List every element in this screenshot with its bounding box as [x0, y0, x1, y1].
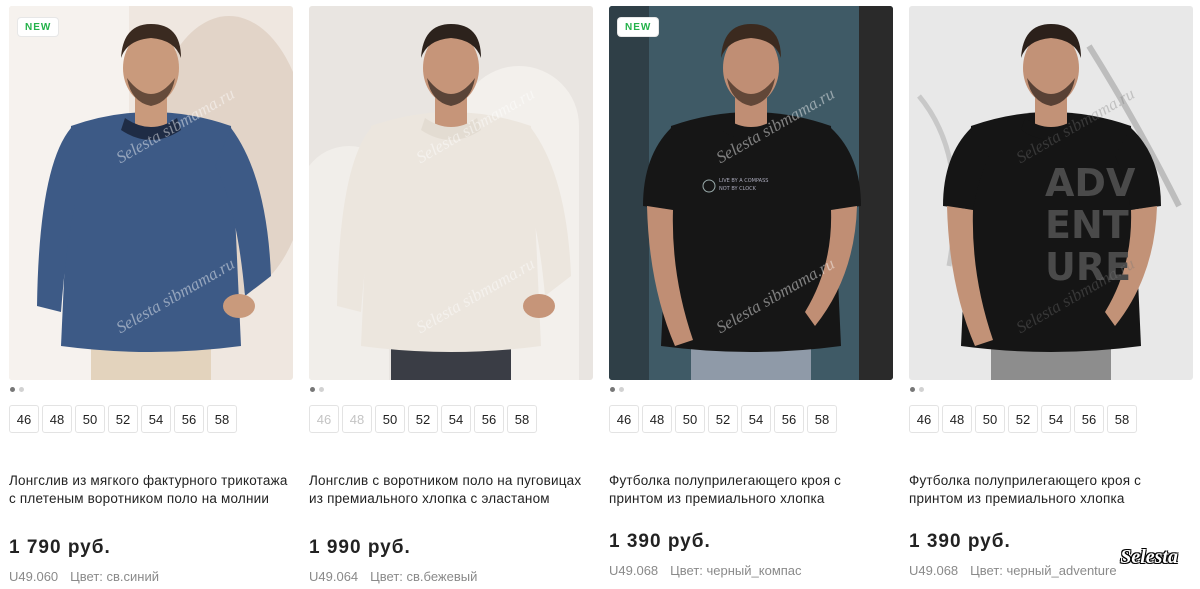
- product-title-link[interactable]: Лонгслив с воротником поло на пуговицах …: [309, 472, 593, 508]
- product-price: 1 990 руб.: [309, 537, 411, 558]
- product-meta: U49.068 Цвет: черный_adventure: [909, 563, 1117, 578]
- size-option[interactable]: 52: [408, 405, 438, 433]
- size-selector: 46 48 50 52 54 56 58: [9, 405, 240, 433]
- size-option: 46: [309, 405, 339, 433]
- size-option[interactable]: 48: [942, 405, 972, 433]
- new-badge: NEW: [618, 18, 659, 36]
- size-option[interactable]: 54: [741, 405, 771, 433]
- product-color: Цвет: св.синий: [70, 569, 159, 584]
- carousel-dot[interactable]: [10, 387, 15, 392]
- product-card[interactable]: ADV ENT URE Selesta sibmama.ru Selesta sibma…: [909, 0, 1195, 589]
- image-carousel-dots[interactable]: [610, 387, 628, 393]
- product-color: Цвет: черный_adventure: [970, 563, 1117, 578]
- size-option[interactable]: 50: [675, 405, 705, 433]
- product-price: 1 790 руб.: [9, 537, 111, 558]
- carousel-dot[interactable]: [919, 387, 924, 392]
- carousel-dot[interactable]: [910, 387, 915, 392]
- product-image[interactable]: LIVE BY A COMPASS NOT BY CLOCK Selesta sib…: [609, 6, 893, 380]
- size-option[interactable]: 50: [975, 405, 1005, 433]
- product-title-link[interactable]: Лонгслив из мягкого фактурного трикотажа…: [9, 472, 293, 508]
- new-badge: NEW: [18, 18, 59, 36]
- product-image[interactable]: ADV ENT URE Selesta sibmama.ru Selesta sibma…: [909, 6, 1193, 380]
- product-price: 1 390 руб.: [909, 531, 1011, 552]
- product-title-link[interactable]: Футболка полуприлегающего кроя с принтом…: [909, 472, 1193, 508]
- product-sku: U49.068: [909, 563, 959, 578]
- size-option[interactable]: 54: [441, 405, 471, 433]
- product-sku: U49.064: [309, 569, 359, 584]
- size-option[interactable]: 46: [909, 405, 939, 433]
- size-option[interactable]: 52: [1008, 405, 1038, 433]
- size-option: 48: [342, 405, 372, 433]
- size-option[interactable]: 58: [207, 405, 237, 433]
- size-option[interactable]: 58: [507, 405, 537, 433]
- size-option[interactable]: 50: [75, 405, 105, 433]
- product-sku: U49.068: [609, 563, 659, 578]
- carousel-dot[interactable]: [610, 387, 615, 392]
- size-option[interactable]: 56: [774, 405, 804, 433]
- size-option[interactable]: 48: [642, 405, 672, 433]
- image-carousel-dots[interactable]: [310, 387, 328, 393]
- size-option[interactable]: 58: [1107, 405, 1137, 433]
- svg-text:URE: URE: [1045, 245, 1131, 289]
- size-selector: 46 48 50 52 54 56 58: [909, 405, 1140, 433]
- product-title-link[interactable]: Футболка полуприлегающего кроя с принтом…: [609, 472, 893, 508]
- product-image[interactable]: Selesta sibmama.ru Selesta sibmama.ru: [309, 6, 593, 380]
- size-selector: 46 48 50 52 54 56 58: [309, 405, 540, 433]
- carousel-dot[interactable]: [319, 387, 324, 392]
- product-color: Цвет: черный_компас: [670, 563, 802, 578]
- size-option[interactable]: 46: [9, 405, 39, 433]
- image-carousel-dots[interactable]: [910, 387, 928, 393]
- svg-text:NOT BY CLOCK: NOT BY CLOCK: [719, 186, 757, 192]
- product-meta: U49.060 Цвет: св.синий: [9, 569, 159, 584]
- size-option[interactable]: 48: [42, 405, 72, 433]
- product-image[interactable]: Selesta sibmama.ru Selesta sibmama.ru NEW: [9, 6, 293, 380]
- carousel-dot[interactable]: [19, 387, 24, 392]
- product-card[interactable]: LIVE BY A COMPASS NOT BY CLOCK Selesta sib…: [609, 0, 895, 589]
- size-option[interactable]: 50: [375, 405, 405, 433]
- product-meta: U49.064 Цвет: св.бежевый: [309, 569, 477, 584]
- size-option[interactable]: 46: [609, 405, 639, 433]
- size-selector: 46 48 50 52 54 56 58: [609, 405, 840, 433]
- product-card[interactable]: Selesta sibmama.ru Selesta sibmama.ru 46 48…: [309, 0, 595, 589]
- svg-text:ADV: ADV: [1045, 161, 1136, 205]
- product-meta: U49.068 Цвет: черный_компас: [609, 563, 802, 578]
- product-card[interactable]: Selesta sibmama.ru Selesta sibmama.ru NEW 4…: [9, 0, 295, 589]
- size-option[interactable]: 58: [807, 405, 837, 433]
- product-color: Цвет: св.бежевый: [370, 569, 478, 584]
- size-option[interactable]: 54: [141, 405, 171, 433]
- product-sku: U49.060: [9, 569, 59, 584]
- carousel-dot[interactable]: [310, 387, 315, 392]
- selesta-watermark: Selesta: [1120, 546, 1178, 568]
- size-option[interactable]: 52: [108, 405, 138, 433]
- size-option[interactable]: 56: [474, 405, 504, 433]
- carousel-dot[interactable]: [619, 387, 624, 392]
- size-option[interactable]: 56: [1074, 405, 1104, 433]
- svg-text:LIVE BY A COMPASS: LIVE BY A COMPASS: [719, 178, 768, 184]
- svg-text:ENT: ENT: [1045, 203, 1129, 247]
- size-option[interactable]: 52: [708, 405, 738, 433]
- size-option[interactable]: 56: [174, 405, 204, 433]
- product-price: 1 390 руб.: [609, 531, 711, 552]
- size-option[interactable]: 54: [1041, 405, 1071, 433]
- image-carousel-dots[interactable]: [10, 387, 28, 393]
